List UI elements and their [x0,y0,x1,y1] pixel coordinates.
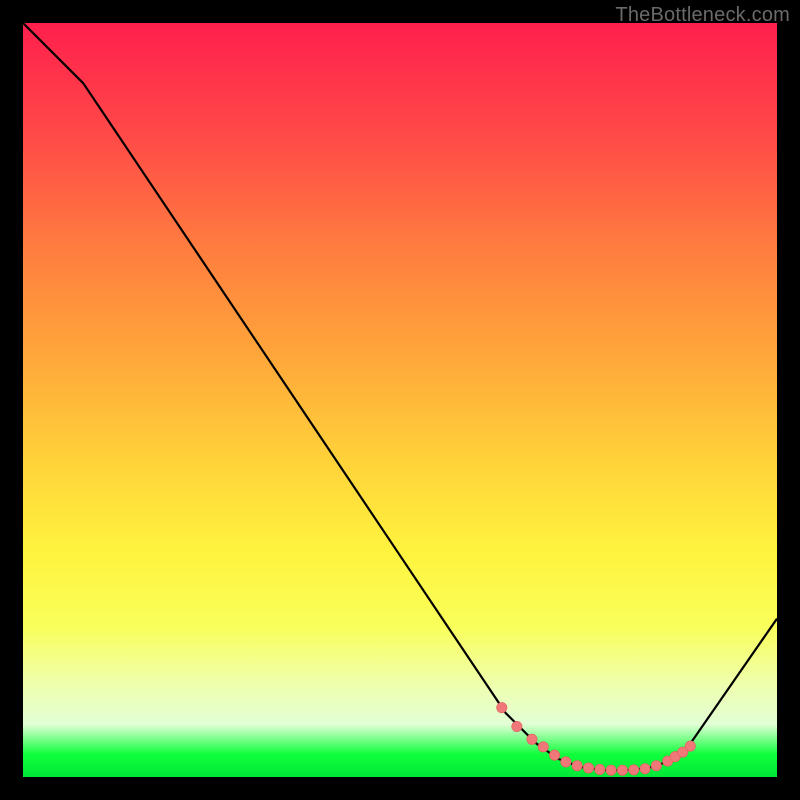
curve-path [23,23,777,770]
highlight-dot [640,764,650,774]
highlight-dot [561,757,571,767]
highlight-dot [497,702,507,712]
highlight-dot [583,763,593,773]
chart-line-series [23,23,777,770]
highlight-dot [572,760,582,770]
watermark-text: TheBottleneck.com [615,4,790,27]
highlight-dot [527,734,537,744]
highlight-dot [512,721,522,731]
highlight-dot [617,765,627,775]
highlight-dot [685,741,695,751]
highlight-dot [538,742,548,752]
highlight-dot [651,760,661,770]
highlight-dot [629,765,639,775]
chart-plot-area [23,23,777,777]
chart-svg [23,23,777,777]
highlight-dot [549,750,559,760]
chart-highlight-dots [497,702,696,775]
highlight-dot [595,764,605,774]
highlight-dot [606,765,616,775]
